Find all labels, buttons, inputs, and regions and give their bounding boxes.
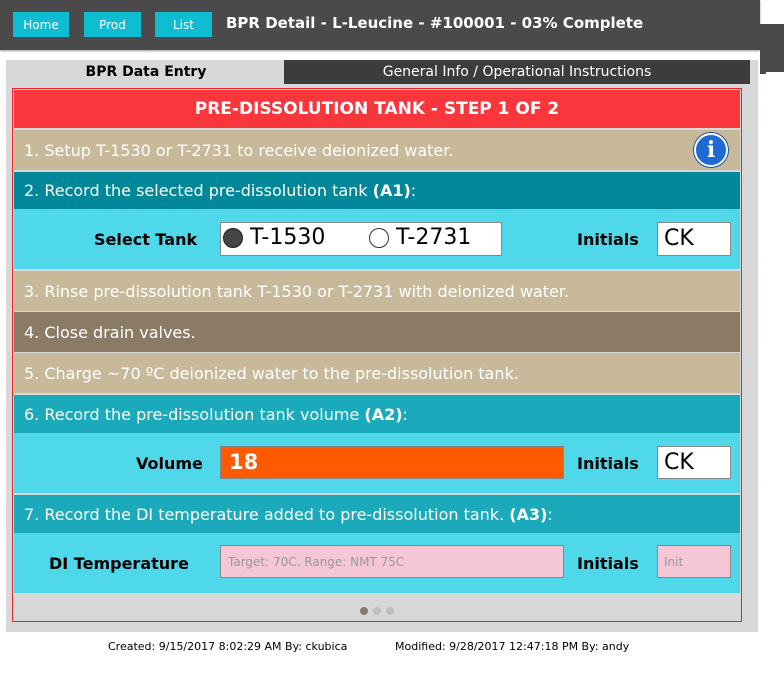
step-4-row: 4. Close drain valves.	[14, 312, 740, 352]
step-3-row: 3. Rinse pre-dissolution tank T-1530 or …	[14, 271, 740, 311]
radio-t2731-label: T-2731	[396, 225, 472, 250]
radio-t2731[interactable]	[369, 228, 389, 248]
step-7-text: 7. Record the DI temperature added to pr…	[24, 504, 510, 524]
di-temperature-label: DI Temperature	[49, 554, 189, 573]
home-button[interactable]: Home	[13, 12, 69, 37]
tab-bpr-data-entry[interactable]: BPR Data Entry	[8, 60, 284, 84]
initials-label-1: Initials	[577, 230, 639, 249]
radio-t1530-label: T-1530	[250, 225, 326, 250]
step-5-text: 5. Charge ~70 ºC deionized water to the …	[24, 363, 519, 383]
step-2-text: 2. Record the selected pre-dissolution t…	[24, 181, 373, 200]
step-6-code: (A2)	[364, 404, 403, 424]
initials-label-2: Initials	[577, 454, 639, 473]
step-header: PRE-DISSOLUTION TANK - STEP 1 OF 2	[14, 90, 740, 128]
volume-input[interactable]: 18	[220, 446, 564, 479]
footer-created: Created: 9/15/2017 8:02:29 AM By: ckubic…	[108, 640, 348, 653]
pager-dot-2[interactable]	[373, 607, 381, 615]
step-6-colon: :	[402, 404, 408, 424]
step-2-colon: :	[410, 181, 417, 200]
page-edge	[766, 72, 784, 680]
volume-label: Volume	[136, 454, 203, 473]
initials-label-3: Initials	[577, 554, 639, 573]
step-1-text: 1. Setup T-1530 or T-2731 to receive dei…	[24, 140, 454, 160]
prod-button[interactable]: Prod	[84, 12, 141, 37]
step-7-colon: :	[547, 504, 553, 524]
initials-input-2[interactable]: CK	[657, 446, 731, 479]
step-6-row: 6. Record the pre-dissolution tank volum…	[14, 395, 740, 433]
info-icon[interactable]: i	[694, 133, 728, 167]
tab-general-info[interactable]: General Info / Operational Instructions	[284, 60, 750, 84]
step-7-code: (A3)	[509, 504, 548, 524]
step-7-row: 7. Record the DI temperature added to pr…	[14, 495, 740, 533]
footer-modified: Modified: 9/28/2017 12:47:18 PM By: andy	[395, 640, 630, 653]
di-temperature-input[interactable]: Target: 70C. Range: NMT 75C	[220, 545, 564, 578]
step-3-text: 3. Rinse pre-dissolution tank T-1530 or …	[24, 281, 570, 301]
step-2-code: (A1)	[372, 181, 411, 200]
initials-input-3[interactable]: Init	[657, 545, 731, 578]
page-title: BPR Detail - L-Leucine - #100001 - 03% C…	[226, 14, 644, 32]
step-5-row: 5. Charge ~70 ºC deionized water to the …	[14, 353, 740, 393]
pager-dot-3[interactable]	[386, 607, 394, 615]
radio-t1530[interactable]	[223, 228, 243, 248]
step-4-text: 4. Close drain valves.	[24, 322, 196, 342]
step-6-text: 6. Record the pre-dissolution tank volum…	[24, 404, 365, 424]
select-tank-label: Select Tank	[94, 230, 198, 249]
initials-input-1[interactable]: CK	[657, 222, 731, 256]
pager-dot-1[interactable]	[360, 607, 368, 615]
step-2-row: 2. Record the selected pre-dissolution t…	[14, 172, 740, 209]
step-1-row: 1. Setup T-1530 or T-2731 to receive dei…	[14, 130, 740, 170]
top-bar-edge	[760, 24, 784, 74]
list-button[interactable]: List	[155, 12, 212, 37]
